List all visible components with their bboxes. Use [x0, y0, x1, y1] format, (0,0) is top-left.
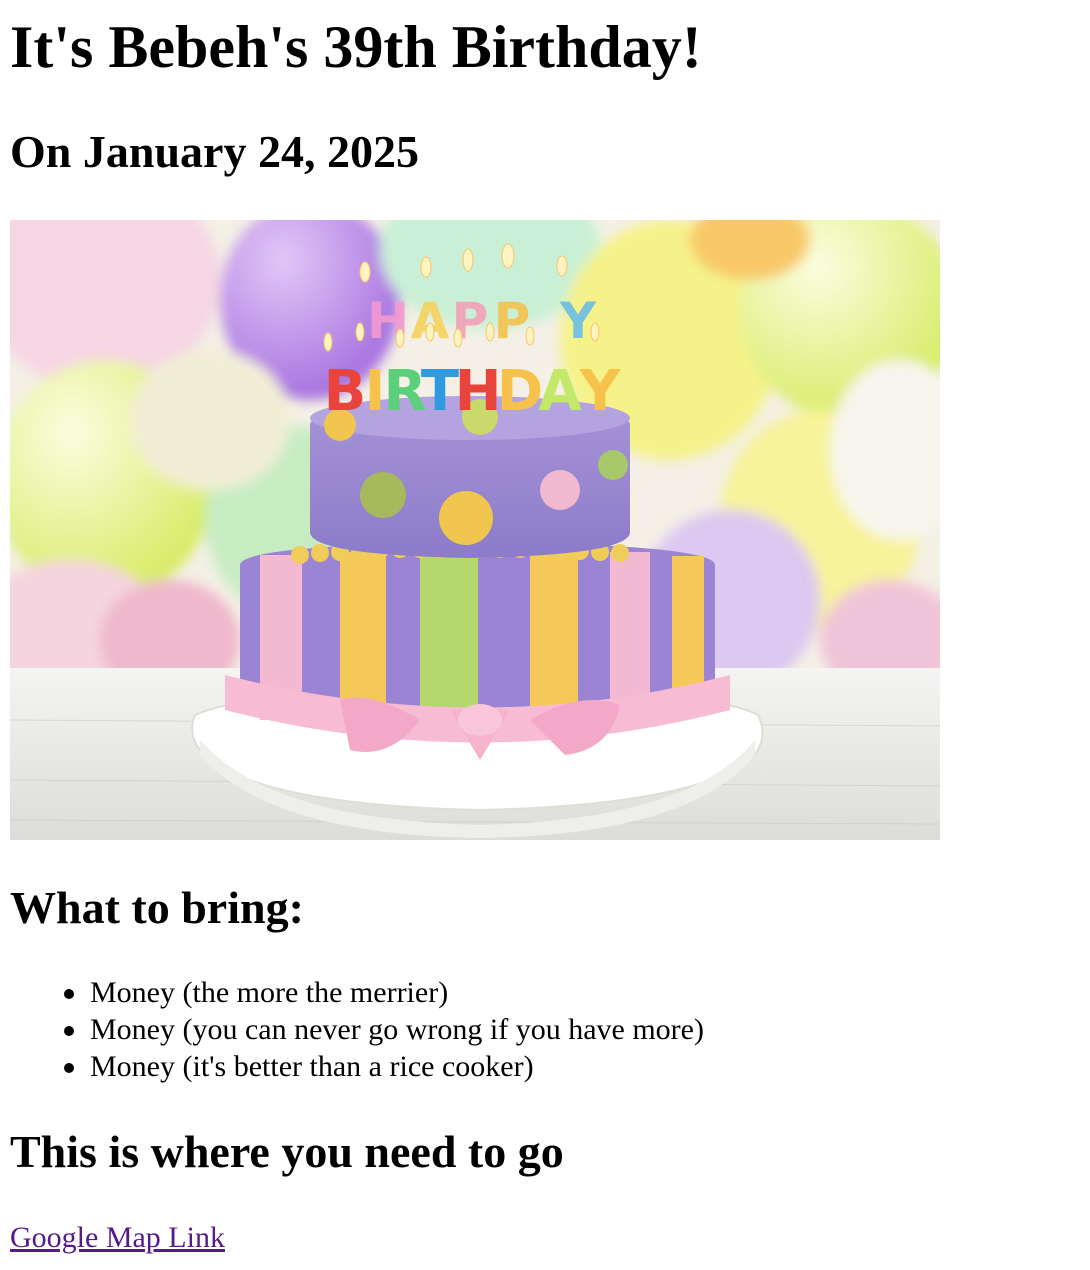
location-heading: This is where you need to go	[10, 1126, 564, 1177]
svg-text:A: A	[538, 359, 582, 424]
list-item-text: Money (you can never go wrong if you hav…	[90, 1013, 704, 1046]
svg-text:H: H	[455, 359, 502, 424]
bullet-icon	[64, 989, 74, 999]
list-item: Money (the more the merrier)	[64, 974, 704, 1011]
event-date-heading: On January 24, 2025	[10, 126, 419, 177]
svg-text:I: I	[365, 359, 386, 424]
birthday-cake-image: B I R T H D A Y H A P P Y	[10, 220, 940, 840]
google-map-link[interactable]: Google Map Link	[10, 1218, 225, 1258]
birthday-cake-illustration: B I R T H D A Y H A P P Y	[10, 220, 940, 840]
list-item-text: Money (the more the merrier)	[90, 976, 449, 1009]
list-item: Money (it's better than a rice cooker)	[64, 1048, 704, 1085]
svg-text:D: D	[497, 359, 543, 424]
list-item-text: Money (it's better than a rice cooker)	[90, 1050, 534, 1083]
what-to-bring-heading: What to bring:	[10, 882, 304, 933]
svg-text:T: T	[421, 359, 459, 424]
bring-list: Money (the more the merrier) Money (you …	[64, 974, 704, 1085]
bullet-icon	[64, 1063, 74, 1073]
svg-text:Y: Y	[579, 359, 622, 424]
svg-text:B: B	[324, 359, 367, 424]
bullet-icon	[64, 1026, 74, 1036]
page-title: It's Bebeh's 39th Birthday!	[10, 14, 702, 80]
svg-text:P: P	[494, 292, 531, 350]
list-item: Money (you can never go wrong if you hav…	[64, 1011, 704, 1048]
svg-text:Y: Y	[559, 292, 597, 350]
birthday-candles: B I R T H D A Y	[324, 359, 622, 424]
